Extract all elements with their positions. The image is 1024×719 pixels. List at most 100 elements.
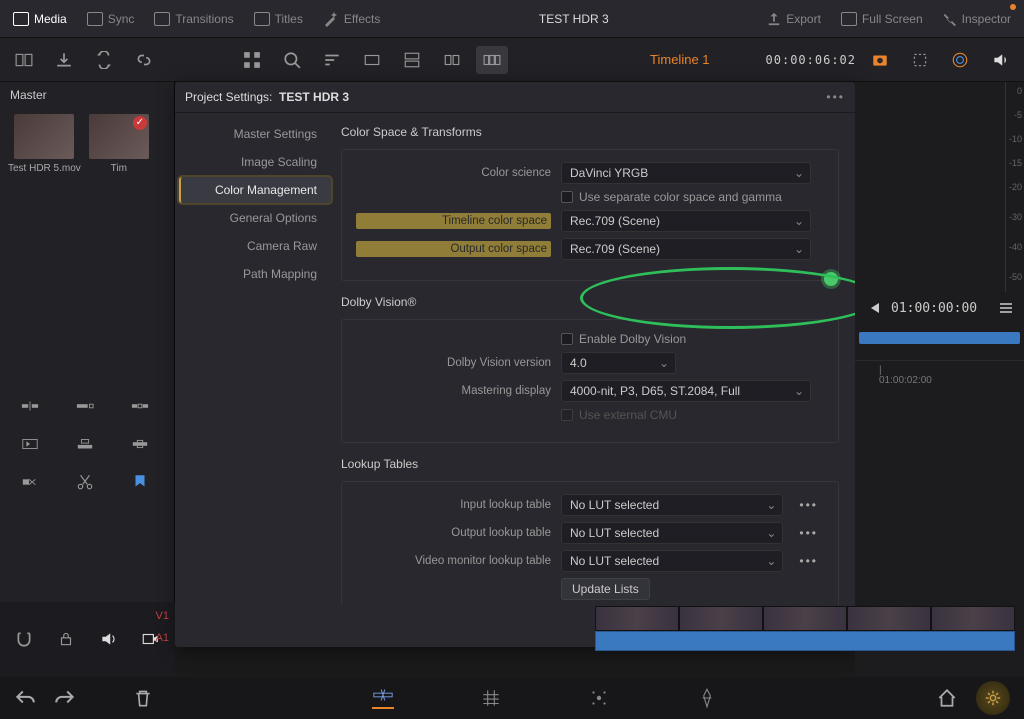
tab-effects[interactable]: Effects (318, 8, 385, 30)
v1-label[interactable]: V1 (156, 610, 169, 622)
tab-media[interactable]: Media (8, 9, 72, 29)
undo-button[interactable] (14, 687, 36, 709)
mastering-display-select[interactable]: 4000-nit, P3, D65, ST.2084, Full ⌄ (561, 380, 811, 402)
dialog-menu-button[interactable]: ••• (826, 90, 845, 104)
track-labels: V1 A1 (156, 610, 169, 644)
output-cs-select[interactable]: Rec.709 (Scene) ⌄ (561, 238, 811, 260)
output-lut-select[interactable]: No LUT selected ⌄ (561, 522, 783, 544)
thumb-view-btn[interactable] (236, 46, 268, 74)
audio-btn[interactable] (92, 625, 124, 653)
timeline-timecode[interactable]: 01:00:00:00 (891, 301, 977, 316)
export-button[interactable]: Export (762, 9, 826, 29)
transition-btn[interactable] (10, 468, 50, 496)
mastering-display-label: Mastering display (356, 385, 551, 397)
close-up-btn[interactable] (10, 430, 50, 458)
trash-button[interactable] (132, 687, 154, 709)
view-3-btn[interactable] (436, 46, 468, 74)
top-toolbar: Media Sync Transitions Titles Effects TE… (0, 0, 1024, 38)
smart-insert-btn[interactable] (10, 392, 50, 420)
input-lut-more-button[interactable]: ••• (793, 498, 824, 512)
append-btn[interactable] (65, 392, 105, 420)
checkbox-icon (561, 333, 573, 345)
timeline-scroll[interactable] (859, 332, 1020, 344)
cut-page-icon[interactable] (372, 687, 394, 709)
link-btn[interactable] (128, 46, 160, 74)
timeline-ruler[interactable]: | 01:00:02:00 (855, 360, 1024, 390)
timeline-name[interactable]: Timeline 1 (650, 52, 709, 67)
speaker-btn[interactable] (984, 46, 1016, 74)
tab-sync[interactable]: Sync (82, 9, 140, 29)
view-4-btn[interactable] (476, 46, 508, 74)
media-pool-header[interactable]: Master (0, 82, 174, 108)
monitor-lut-select[interactable]: No LUT selected ⌄ (561, 550, 783, 572)
layout-btn-1[interactable] (8, 46, 40, 74)
timeline-cs-select[interactable]: Rec.709 (Scene) ⌄ (561, 210, 811, 232)
timeline-cs-label: Timeline color space (356, 213, 551, 229)
sidebar-item-color-management[interactable]: Color Management (179, 177, 331, 203)
clip-thumb[interactable]: Tim (89, 114, 149, 174)
tab-label: Transitions (175, 12, 233, 26)
titles-icon (254, 12, 270, 26)
sync-icon (87, 12, 103, 26)
sidebar-item-camera-raw[interactable]: Camera Raw (179, 233, 331, 259)
source-overwrite-btn[interactable] (120, 430, 160, 458)
a1-label[interactable]: A1 (156, 632, 169, 644)
tools-btn[interactable] (904, 46, 936, 74)
tab-label: Titles (275, 12, 303, 26)
fusion-page-icon[interactable] (588, 687, 610, 709)
settings-sidebar: Master Settings Image Scaling Color Mana… (175, 113, 335, 605)
fullscreen-button[interactable]: Full Screen (836, 9, 928, 29)
deliver-page-icon[interactable] (696, 687, 718, 709)
enable-dolby-checkbox[interactable]: Enable Dolby Vision (561, 332, 686, 346)
tab-transitions[interactable]: Transitions (149, 9, 238, 29)
viewer-toolbar: Timeline 1 00:00:06:02 (0, 38, 1024, 82)
clip-thumb[interactable]: Test HDR 5.mov (8, 114, 81, 174)
input-lut-select[interactable]: No LUT selected ⌄ (561, 494, 783, 516)
syncbin-btn[interactable] (88, 46, 120, 74)
import-btn[interactable] (48, 46, 80, 74)
snap-btn[interactable] (8, 625, 40, 653)
clip-image (14, 114, 74, 159)
monitor-lut-more-button[interactable]: ••• (793, 554, 824, 568)
project-settings-dialog: Project Settings: TEST HDR 3 ••• Master … (175, 82, 855, 647)
view-2-btn[interactable] (396, 46, 428, 74)
tab-label: Effects (344, 12, 380, 26)
color-btn[interactable] (944, 46, 976, 74)
project-settings-button[interactable] (976, 681, 1010, 715)
goto-start-icon[interactable] (865, 300, 881, 316)
chevron-down-icon: ⌄ (794, 214, 804, 228)
chevron-down-icon: ⌄ (659, 356, 669, 370)
sidebar-item-master[interactable]: Master Settings (179, 121, 331, 147)
sidebar-item-path-mapping[interactable]: Path Mapping (179, 261, 331, 287)
update-lists-button[interactable]: Update Lists (561, 578, 650, 600)
clip-label: Tim (111, 163, 127, 174)
lock-btn[interactable] (50, 625, 82, 653)
viewer-timecode[interactable]: 00:00:06:02 (766, 53, 856, 67)
redo-button[interactable] (54, 687, 76, 709)
inspector-button[interactable]: Inspector (938, 9, 1016, 29)
sidebar-item-general[interactable]: General Options (179, 205, 331, 231)
clip-label: Test HDR 5.mov (8, 163, 81, 174)
ripple-btn[interactable] (120, 392, 160, 420)
marker-btn[interactable] (120, 468, 160, 496)
home-button[interactable] (936, 687, 958, 709)
output-lut-more-button[interactable]: ••• (793, 526, 824, 540)
tab-titles[interactable]: Titles (249, 9, 308, 29)
view-1-btn[interactable] (356, 46, 388, 74)
menu-icon[interactable] (998, 300, 1014, 316)
cut-btn[interactable] (65, 468, 105, 496)
checkbox-icon (561, 409, 573, 421)
output-lut-label: Output lookup table (356, 527, 551, 539)
section-title-dolby: Dolby Vision® (341, 295, 839, 309)
timeline-clips[interactable] (595, 606, 1015, 656)
edit-page-icon[interactable] (480, 687, 502, 709)
use-separate-checkbox[interactable]: Use separate color space and gamma (561, 190, 782, 204)
snapshot-btn[interactable] (864, 46, 896, 74)
dolby-version-select[interactable]: 4.0 ⌄ (561, 352, 676, 374)
search-btn[interactable] (276, 46, 308, 74)
color-science-select[interactable]: DaVinci YRGB ⌄ (561, 162, 811, 184)
place-on-top-btn[interactable] (65, 430, 105, 458)
sidebar-item-image-scaling[interactable]: Image Scaling (179, 149, 331, 175)
sort-btn[interactable] (316, 46, 348, 74)
output-cs-label: Output color space (356, 241, 551, 257)
